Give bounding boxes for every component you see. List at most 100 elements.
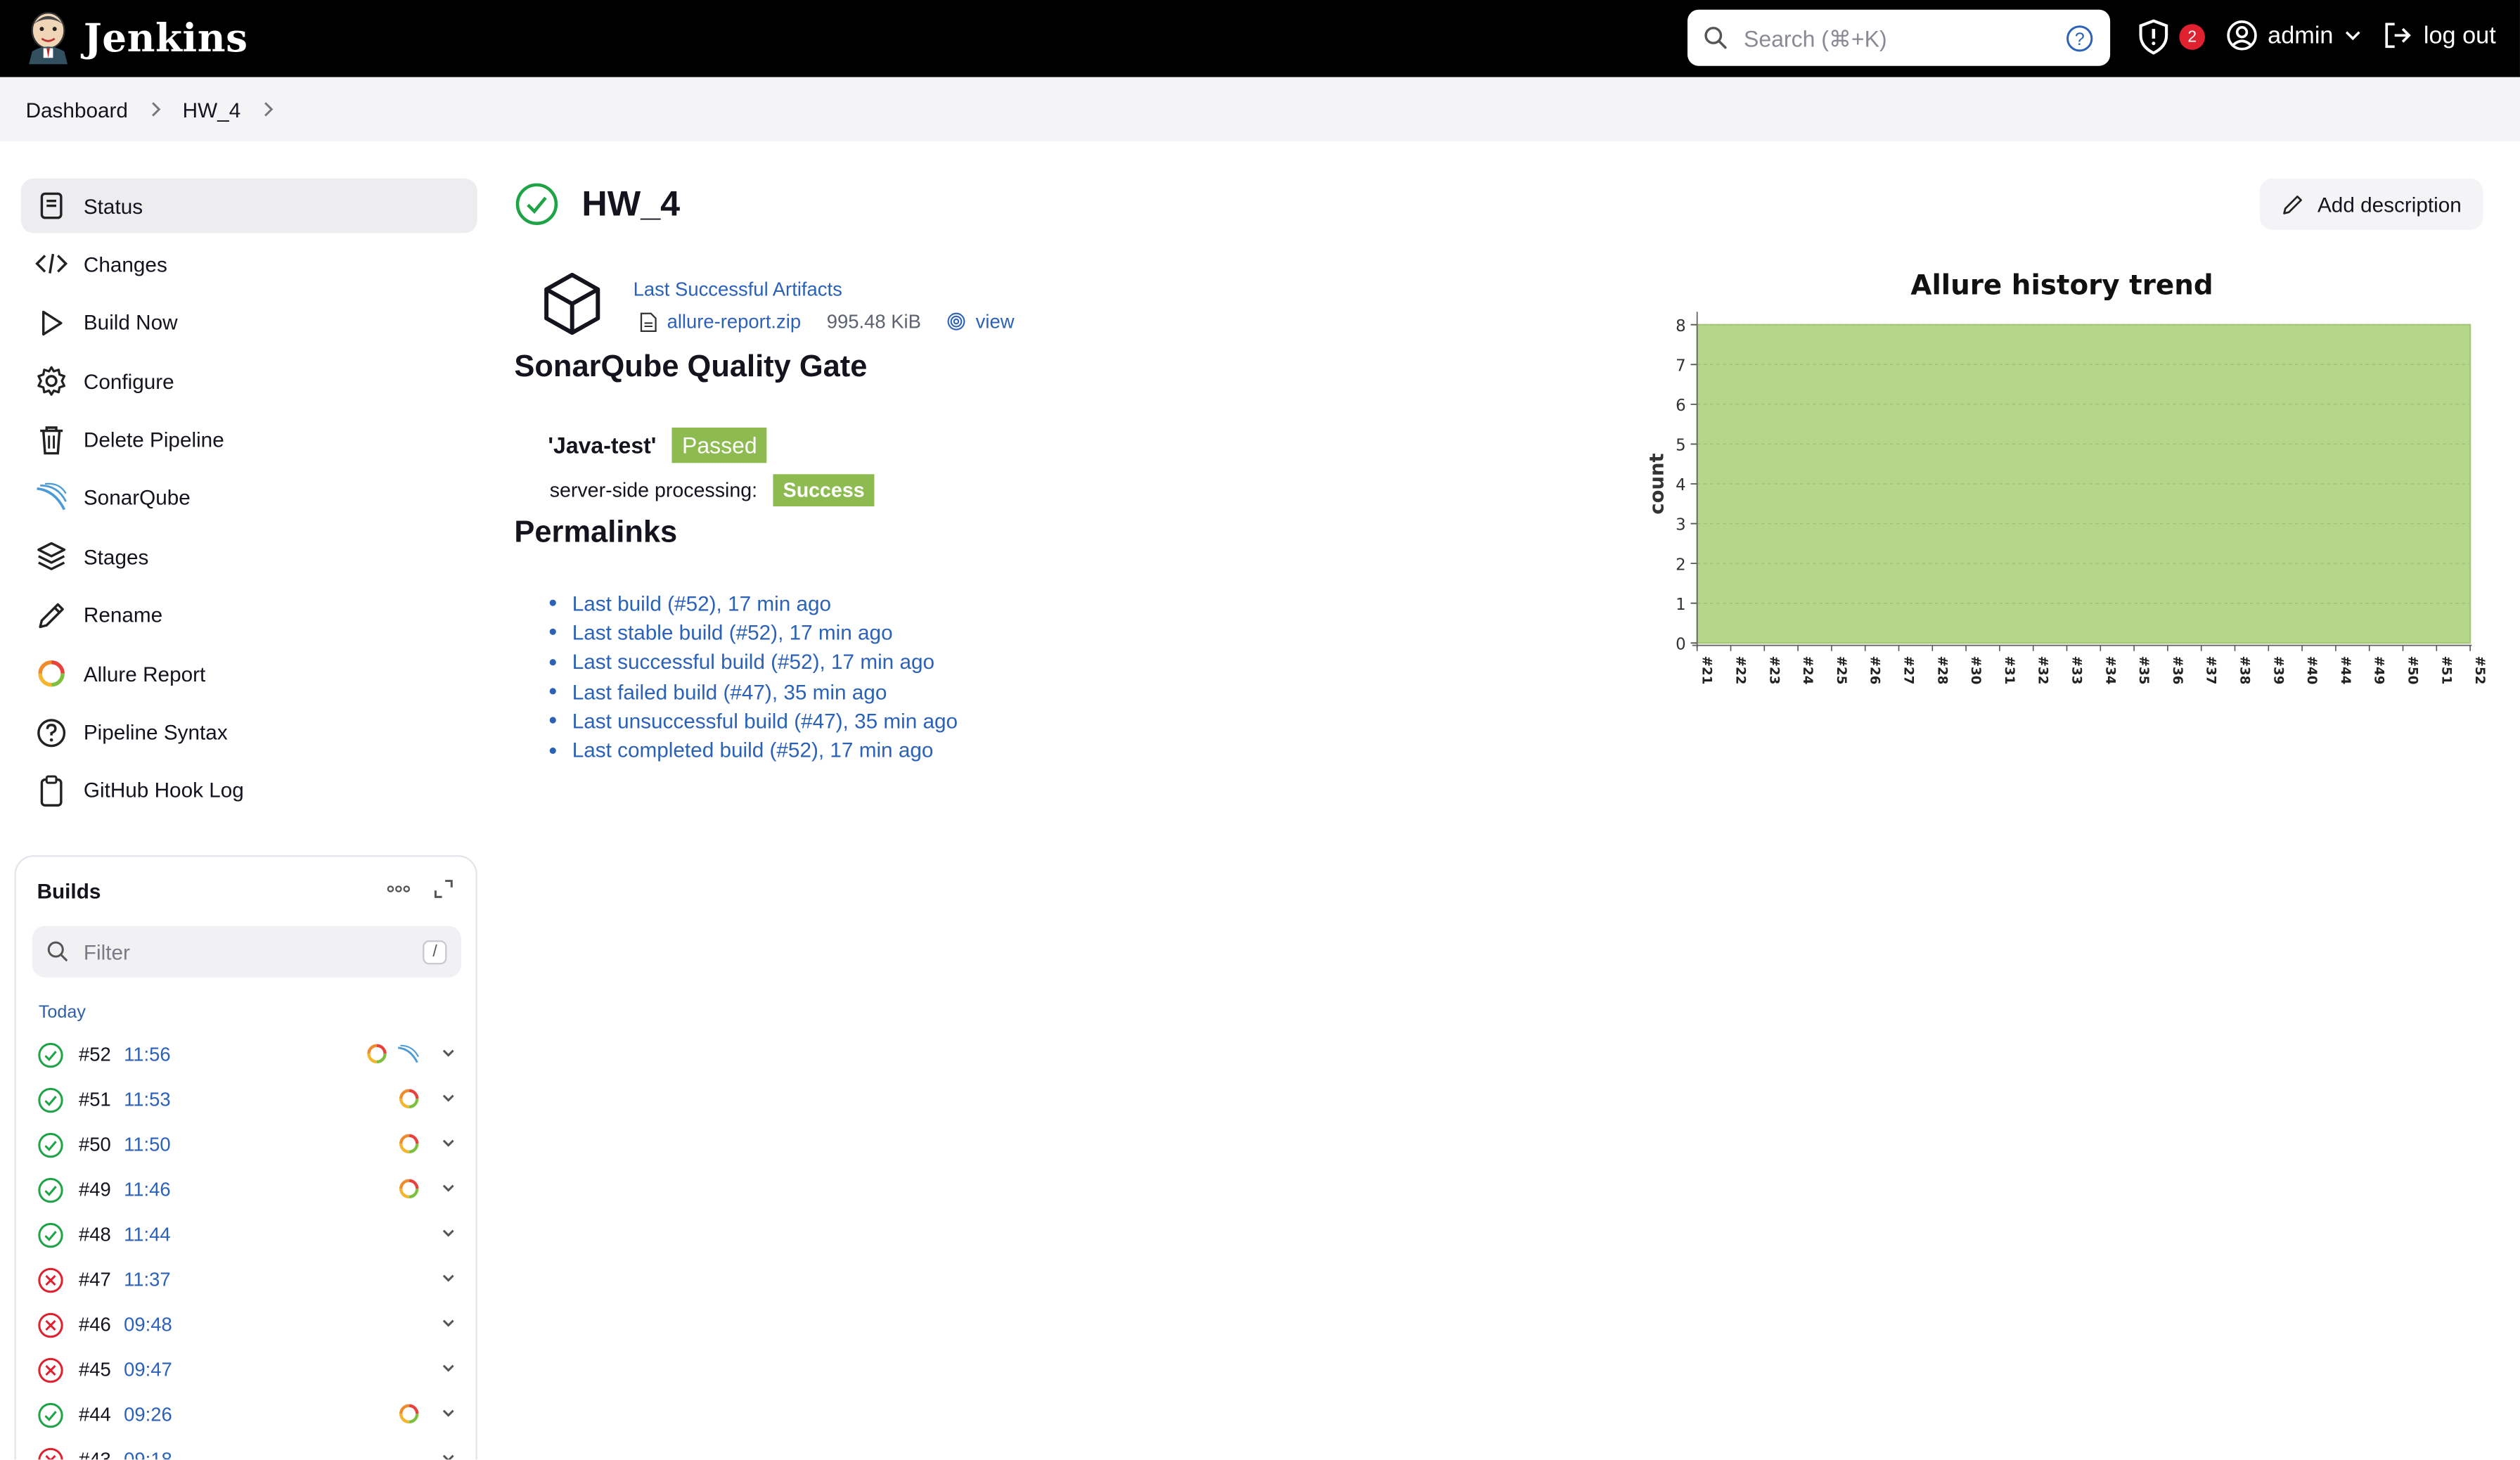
sidebar-item-label: SonarQube [83, 486, 191, 511]
builds-filter[interactable]: / [32, 926, 461, 978]
chevron-right-icon[interactable] [260, 101, 276, 117]
help-icon[interactable]: ? [2065, 23, 2094, 52]
build-time[interactable]: 09:26 [124, 1403, 172, 1426]
permalink-link[interactable]: Last stable build (#52), 17 min ago [572, 620, 893, 644]
sonarqube-icon[interactable] [397, 1043, 420, 1065]
build-row[interactable]: #50 11:50 [37, 1122, 458, 1167]
security-alerts-button[interactable]: 2 [2138, 19, 2205, 55]
sidebar-item-status[interactable]: Status [20, 178, 477, 233]
breadcrumb-dashboard[interactable]: Dashboard [26, 97, 128, 121]
permalink-item[interactable]: Last build (#52), 17 min ago [546, 589, 958, 618]
build-row[interactable]: #51 11:53 [37, 1077, 458, 1122]
logout-button[interactable]: log out [2381, 19, 2496, 51]
build-time[interactable]: 09:48 [124, 1313, 172, 1336]
build-row[interactable]: #44 09:26 [37, 1392, 458, 1437]
permalink-item[interactable]: Last successful build (#52), 17 min ago [546, 647, 958, 677]
build-number[interactable]: #47 [79, 1268, 111, 1291]
file-icon [640, 312, 657, 331]
build-number[interactable]: #49 [79, 1178, 111, 1200]
sidebar-item-github-hook-log[interactable]: GitHub Hook Log [21, 763, 477, 818]
sidebar-item-sonarqube[interactable]: SonarQube [21, 471, 477, 526]
last-successful-artifacts-link[interactable]: Last Successful Artifacts [634, 278, 842, 300]
chevron-down-icon[interactable] [439, 1358, 458, 1377]
build-number[interactable]: #43 [79, 1448, 111, 1459]
allure-icon[interactable] [399, 1088, 420, 1109]
build-time[interactable]: 11:50 [124, 1133, 171, 1155]
sidebar-item-stages[interactable]: Stages [21, 530, 477, 584]
code-icon [35, 248, 68, 281]
search-input[interactable] [1743, 25, 2066, 51]
permalink-item[interactable]: Last completed build (#52), 17 min ago [546, 736, 958, 765]
chevron-down-icon[interactable] [439, 1313, 458, 1332]
sidebar-item-configure[interactable]: Configure [21, 354, 477, 409]
expand-icon[interactable] [434, 879, 453, 898]
allure-icon[interactable] [399, 1133, 420, 1154]
chevron-down-icon[interactable] [439, 1088, 458, 1107]
build-number[interactable]: #44 [79, 1403, 111, 1426]
build-number[interactable]: #46 [79, 1313, 111, 1336]
artifact-file-link[interactable]: allure-report.zip [667, 310, 802, 333]
permalink-link[interactable]: Last build (#52), 17 min ago [572, 591, 831, 615]
sidebar-item-label: Stages [83, 544, 149, 569]
build-row[interactable]: #43 09:18 [37, 1437, 458, 1460]
permalink-link[interactable]: Last successful build (#52), 17 min ago [572, 650, 934, 674]
build-time[interactable]: 11:44 [124, 1223, 171, 1246]
permalink-link[interactable]: Last failed build (#47), 35 min ago [572, 679, 887, 703]
chevron-down-icon[interactable] [439, 1133, 458, 1152]
user-menu[interactable]: admin [2226, 19, 2362, 51]
permalink-item[interactable]: Last stable build (#52), 17 min ago [546, 617, 958, 647]
add-description-button[interactable]: Add description [2259, 178, 2483, 230]
builds-panel: Builds / Today #5211:56#5111:53#5011:50#… [14, 854, 477, 1460]
chevron-down-icon[interactable] [439, 1403, 458, 1422]
build-row[interactable]: #47 11:37 [37, 1257, 458, 1302]
allure-icon[interactable] [399, 1403, 420, 1424]
chevron-down-icon[interactable] [439, 1223, 458, 1242]
sidebar-item-label: Delete Pipeline [83, 428, 224, 452]
build-time[interactable]: 11:37 [124, 1268, 171, 1291]
artifact-view-link[interactable]: view [976, 310, 1015, 333]
build-number[interactable]: #51 [79, 1088, 111, 1110]
build-number[interactable]: #48 [79, 1223, 111, 1246]
sidebar-item-pipeline-syntax[interactable]: Pipeline Syntax [21, 705, 477, 760]
search-box[interactable]: ? [1687, 9, 2111, 66]
allure-icon[interactable] [366, 1043, 387, 1064]
permalink-item[interactable]: Last failed build (#47), 35 min ago [546, 677, 958, 706]
success-status-icon [38, 1042, 63, 1068]
build-row[interactable]: #49 11:46 [37, 1167, 458, 1212]
build-row[interactable]: #46 09:48 [37, 1302, 458, 1347]
build-time[interactable]: 11:53 [124, 1088, 171, 1110]
allure-icon[interactable] [399, 1178, 420, 1199]
chevron-down-icon[interactable] [439, 1448, 458, 1460]
allure-history-trend-chart[interactable]: Allure history trend 0 1 2 3 4 5 6 7 8 count #21 #22… [1626, 257, 2494, 707]
sidebar-item-delete-pipeline[interactable]: Delete Pipeline [21, 412, 477, 467]
build-time[interactable]: 09:47 [124, 1358, 172, 1381]
build-time[interactable]: 11:56 [124, 1043, 171, 1065]
build-time[interactable]: 09:18 [124, 1448, 172, 1459]
more-icon[interactable] [386, 879, 412, 898]
sidebar-item-allure-report[interactable]: Allure Report [21, 646, 477, 701]
build-number[interactable]: #50 [79, 1133, 111, 1155]
build-row[interactable]: #48 11:44 [37, 1212, 458, 1257]
permalink-item[interactable]: Last unsuccessful build (#47), 35 min ag… [546, 706, 958, 736]
chevron-down-icon[interactable] [439, 1043, 458, 1062]
breadcrumb-job[interactable]: HW_4 [183, 97, 241, 121]
layers-icon [35, 541, 68, 573]
build-time[interactable]: 11:46 [124, 1178, 171, 1200]
sidebar-item-build-now[interactable]: Build Now [21, 295, 477, 350]
build-number[interactable]: #52 [79, 1043, 111, 1065]
build-row[interactable]: #45 09:47 [37, 1347, 458, 1392]
sidebar-item-changes[interactable]: Changes [21, 237, 477, 292]
jenkins-home-link[interactable]: Jenkins [26, 10, 248, 65]
help-icon [35, 716, 68, 748]
sidebar-item-rename[interactable]: Rename [21, 588, 477, 643]
permalink-link[interactable]: Last completed build (#52), 17 min ago [572, 738, 934, 762]
success-status-icon [38, 1177, 63, 1203]
sonar-project-name[interactable]: 'Java-test' [548, 433, 656, 459]
chart-x-tick-label: #28 [1934, 656, 1949, 685]
build-row[interactable]: #52 11:56 [37, 1032, 458, 1077]
builds-filter-input[interactable] [83, 939, 423, 964]
build-number[interactable]: #45 [79, 1358, 111, 1381]
chevron-down-icon[interactable] [439, 1268, 458, 1287]
permalink-link[interactable]: Last unsuccessful build (#47), 35 min ag… [572, 709, 958, 733]
chevron-down-icon[interactable] [439, 1178, 458, 1197]
